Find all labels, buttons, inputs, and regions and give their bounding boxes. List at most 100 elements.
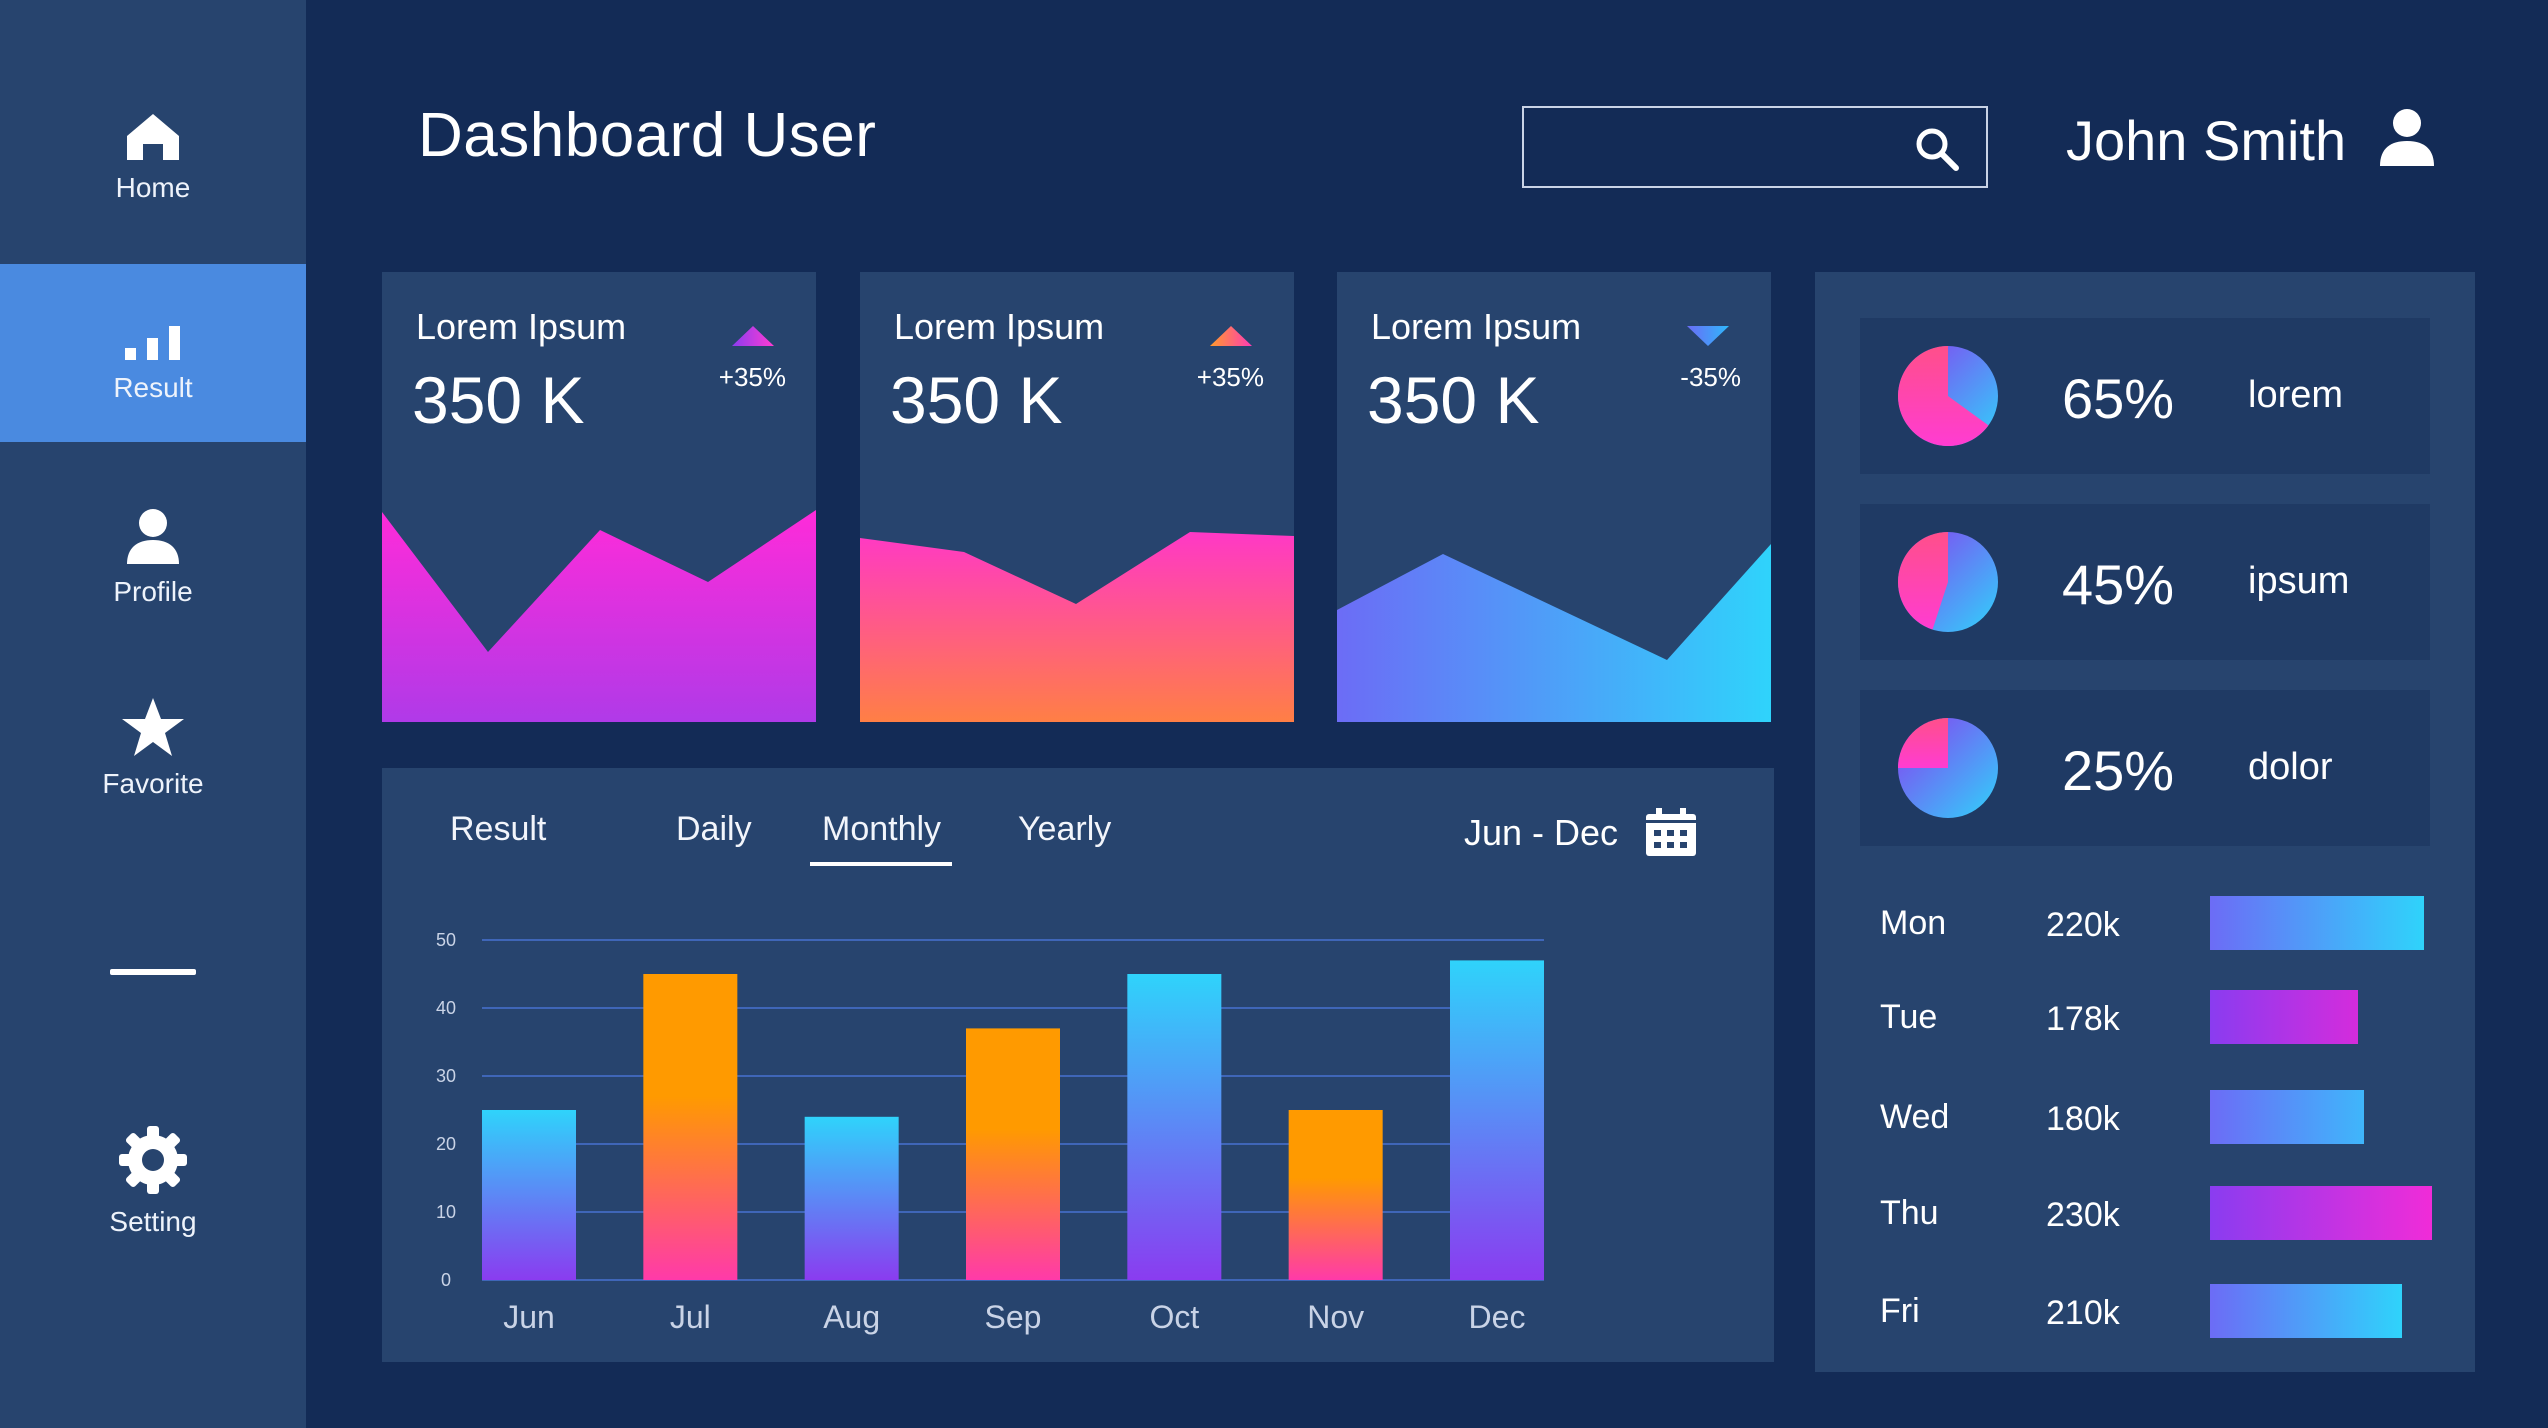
bar[interactable] [1450, 960, 1544, 1280]
x-tick-label: Oct [1149, 1299, 1199, 1335]
pie-chart-icon [1898, 346, 1998, 446]
day-name: Tue [1880, 998, 1938, 1036]
day-bar [2210, 990, 2358, 1044]
card-label: Lorem Ipsum [416, 306, 627, 347]
stat-card[interactable]: Lorem Ipsum 350 K +35% [382, 272, 816, 722]
chart-title: Result [450, 810, 547, 848]
x-tick-label: Jun [503, 1299, 555, 1335]
area-chart [1337, 544, 1771, 722]
bar[interactable] [482, 1110, 576, 1280]
day-value: 180k [2046, 1100, 2120, 1138]
pie-label: lorem [2248, 374, 2344, 416]
day-name: Wed [1880, 1098, 1950, 1136]
x-tick-label: Sep [985, 1299, 1042, 1335]
tab-yearly[interactable]: Yearly [1018, 810, 1111, 849]
card-change: -35% [1680, 362, 1741, 392]
pie-chart-icon [1898, 718, 1998, 818]
day-bar [2210, 1090, 2364, 1144]
sidebar: Home Result Profile Favorite Setting [0, 0, 306, 1428]
tab-monthly[interactable]: Monthly [822, 810, 941, 849]
x-tick-label: Aug [823, 1299, 880, 1335]
day-stat-row: Tue 178k [1880, 990, 2440, 1046]
card-value: 350 K [890, 363, 1063, 437]
card-value: 350 K [1367, 363, 1540, 437]
user-avatar-icon[interactable] [2378, 108, 2436, 168]
gear-icon [119, 1126, 187, 1194]
area-chart [860, 532, 1294, 722]
day-value: 210k [2046, 1294, 2120, 1332]
y-tick-label: 0 [441, 1270, 451, 1290]
card-value: 350 K [412, 363, 585, 437]
date-range-label[interactable]: Jun - Dec [1464, 812, 1618, 854]
bar[interactable] [1127, 974, 1222, 1280]
pie-stat-row[interactable]: 25% dolor [1860, 690, 2430, 846]
bar[interactable] [1288, 1110, 1383, 1280]
y-tick-label: 20 [436, 1134, 456, 1154]
pie-stat-row[interactable]: 45% ipsum [1860, 504, 2430, 660]
day-stat-row: Mon 220k [1880, 896, 2440, 952]
trend-up-icon [732, 326, 774, 346]
pie-label: dolor [2248, 746, 2333, 788]
bar-chart: 0 10 20 30 40 50 Jun Jul Aug Sep Oct Nov Dec [436, 930, 1544, 1335]
sidebar-item-label: Result [113, 372, 193, 403]
x-tick-label: Nov [1307, 1299, 1364, 1335]
sidebar-item-label: Home [115, 172, 191, 203]
sidebar-item-profile[interactable]: Profile [0, 508, 306, 608]
day-value: 178k [2046, 1000, 2120, 1038]
sidebar-item-label: Favorite [102, 768, 204, 799]
user-name[interactable]: John Smith [2066, 108, 2346, 173]
sidebar-item-home[interactable]: Home [0, 112, 306, 204]
tab-daily[interactable]: Daily [676, 810, 752, 849]
sidebar-divider [110, 969, 196, 975]
stat-card[interactable]: Lorem Ipsum 350 K +35% [860, 272, 1294, 722]
card-label: Lorem Ipsum [1371, 306, 1582, 347]
page-title: Dashboard User [418, 101, 877, 170]
stat-card[interactable]: Lorem Ipsum 350 K -35% [1337, 272, 1771, 722]
sidebar-item-label: Setting [109, 1206, 197, 1237]
pie-chart-icon [1898, 532, 1998, 632]
search-box[interactable] [1522, 106, 1988, 188]
day-stat-row: Thu 230k [1880, 1186, 2440, 1242]
sidebar-item-setting[interactable]: Setting [0, 1124, 306, 1238]
person-icon [127, 509, 179, 564]
day-bar [2210, 896, 2424, 950]
x-tick-label: Jul [670, 1299, 711, 1335]
bar[interactable] [966, 1028, 1060, 1280]
card-label: Lorem Ipsum [894, 306, 1105, 347]
y-tick-label: 40 [436, 998, 456, 1018]
card-change: +35% [718, 362, 786, 392]
y-tick-label: 50 [436, 930, 456, 950]
active-tab-indicator [810, 862, 952, 866]
day-name: Thu [1880, 1194, 1939, 1232]
pie-slice [1898, 718, 1948, 768]
day-name: Mon [1880, 904, 1947, 942]
sidebar-item-label: Profile [113, 576, 193, 607]
day-stat-row: Fri 210k [1880, 1284, 2440, 1340]
stats-panel: 65% lorem 45% ipsum 25% dolor Mon 220k T… [1815, 272, 2475, 1372]
sidebar-item-favorite[interactable]: Favorite [0, 696, 306, 800]
pie-percent: 45% [2062, 553, 2175, 616]
y-tick-label: 30 [436, 1066, 456, 1086]
day-name: Fri [1880, 1292, 1920, 1330]
day-bar [2210, 1186, 2432, 1240]
sidebar-item-result[interactable]: Result [0, 264, 306, 442]
y-tick-label: 10 [436, 1202, 456, 1222]
pie-percent: 65% [2062, 367, 2175, 430]
search-icon[interactable] [1914, 126, 1960, 172]
calendar-icon[interactable] [1644, 806, 1698, 858]
bar-chart-panel: Result Daily Monthly Yearly Jun - Dec 0 1… [382, 768, 1774, 1362]
card-change: +35% [1196, 362, 1264, 392]
pie-percent: 25% [2062, 739, 2175, 802]
trend-up-icon [1210, 326, 1252, 346]
pie-label: ipsum [2248, 560, 2350, 602]
bar[interactable] [804, 1116, 899, 1280]
pie-stat-row[interactable]: 65% lorem [1860, 318, 2430, 474]
bar-chart-icon [125, 326, 180, 360]
day-value: 230k [2046, 1196, 2120, 1234]
day-stat-row: Wed 180k [1880, 1090, 2440, 1146]
star-icon [122, 698, 184, 756]
home-icon [127, 114, 179, 160]
search-input[interactable] [1542, 122, 1906, 174]
bar[interactable] [643, 974, 738, 1280]
day-value: 220k [2046, 906, 2120, 944]
